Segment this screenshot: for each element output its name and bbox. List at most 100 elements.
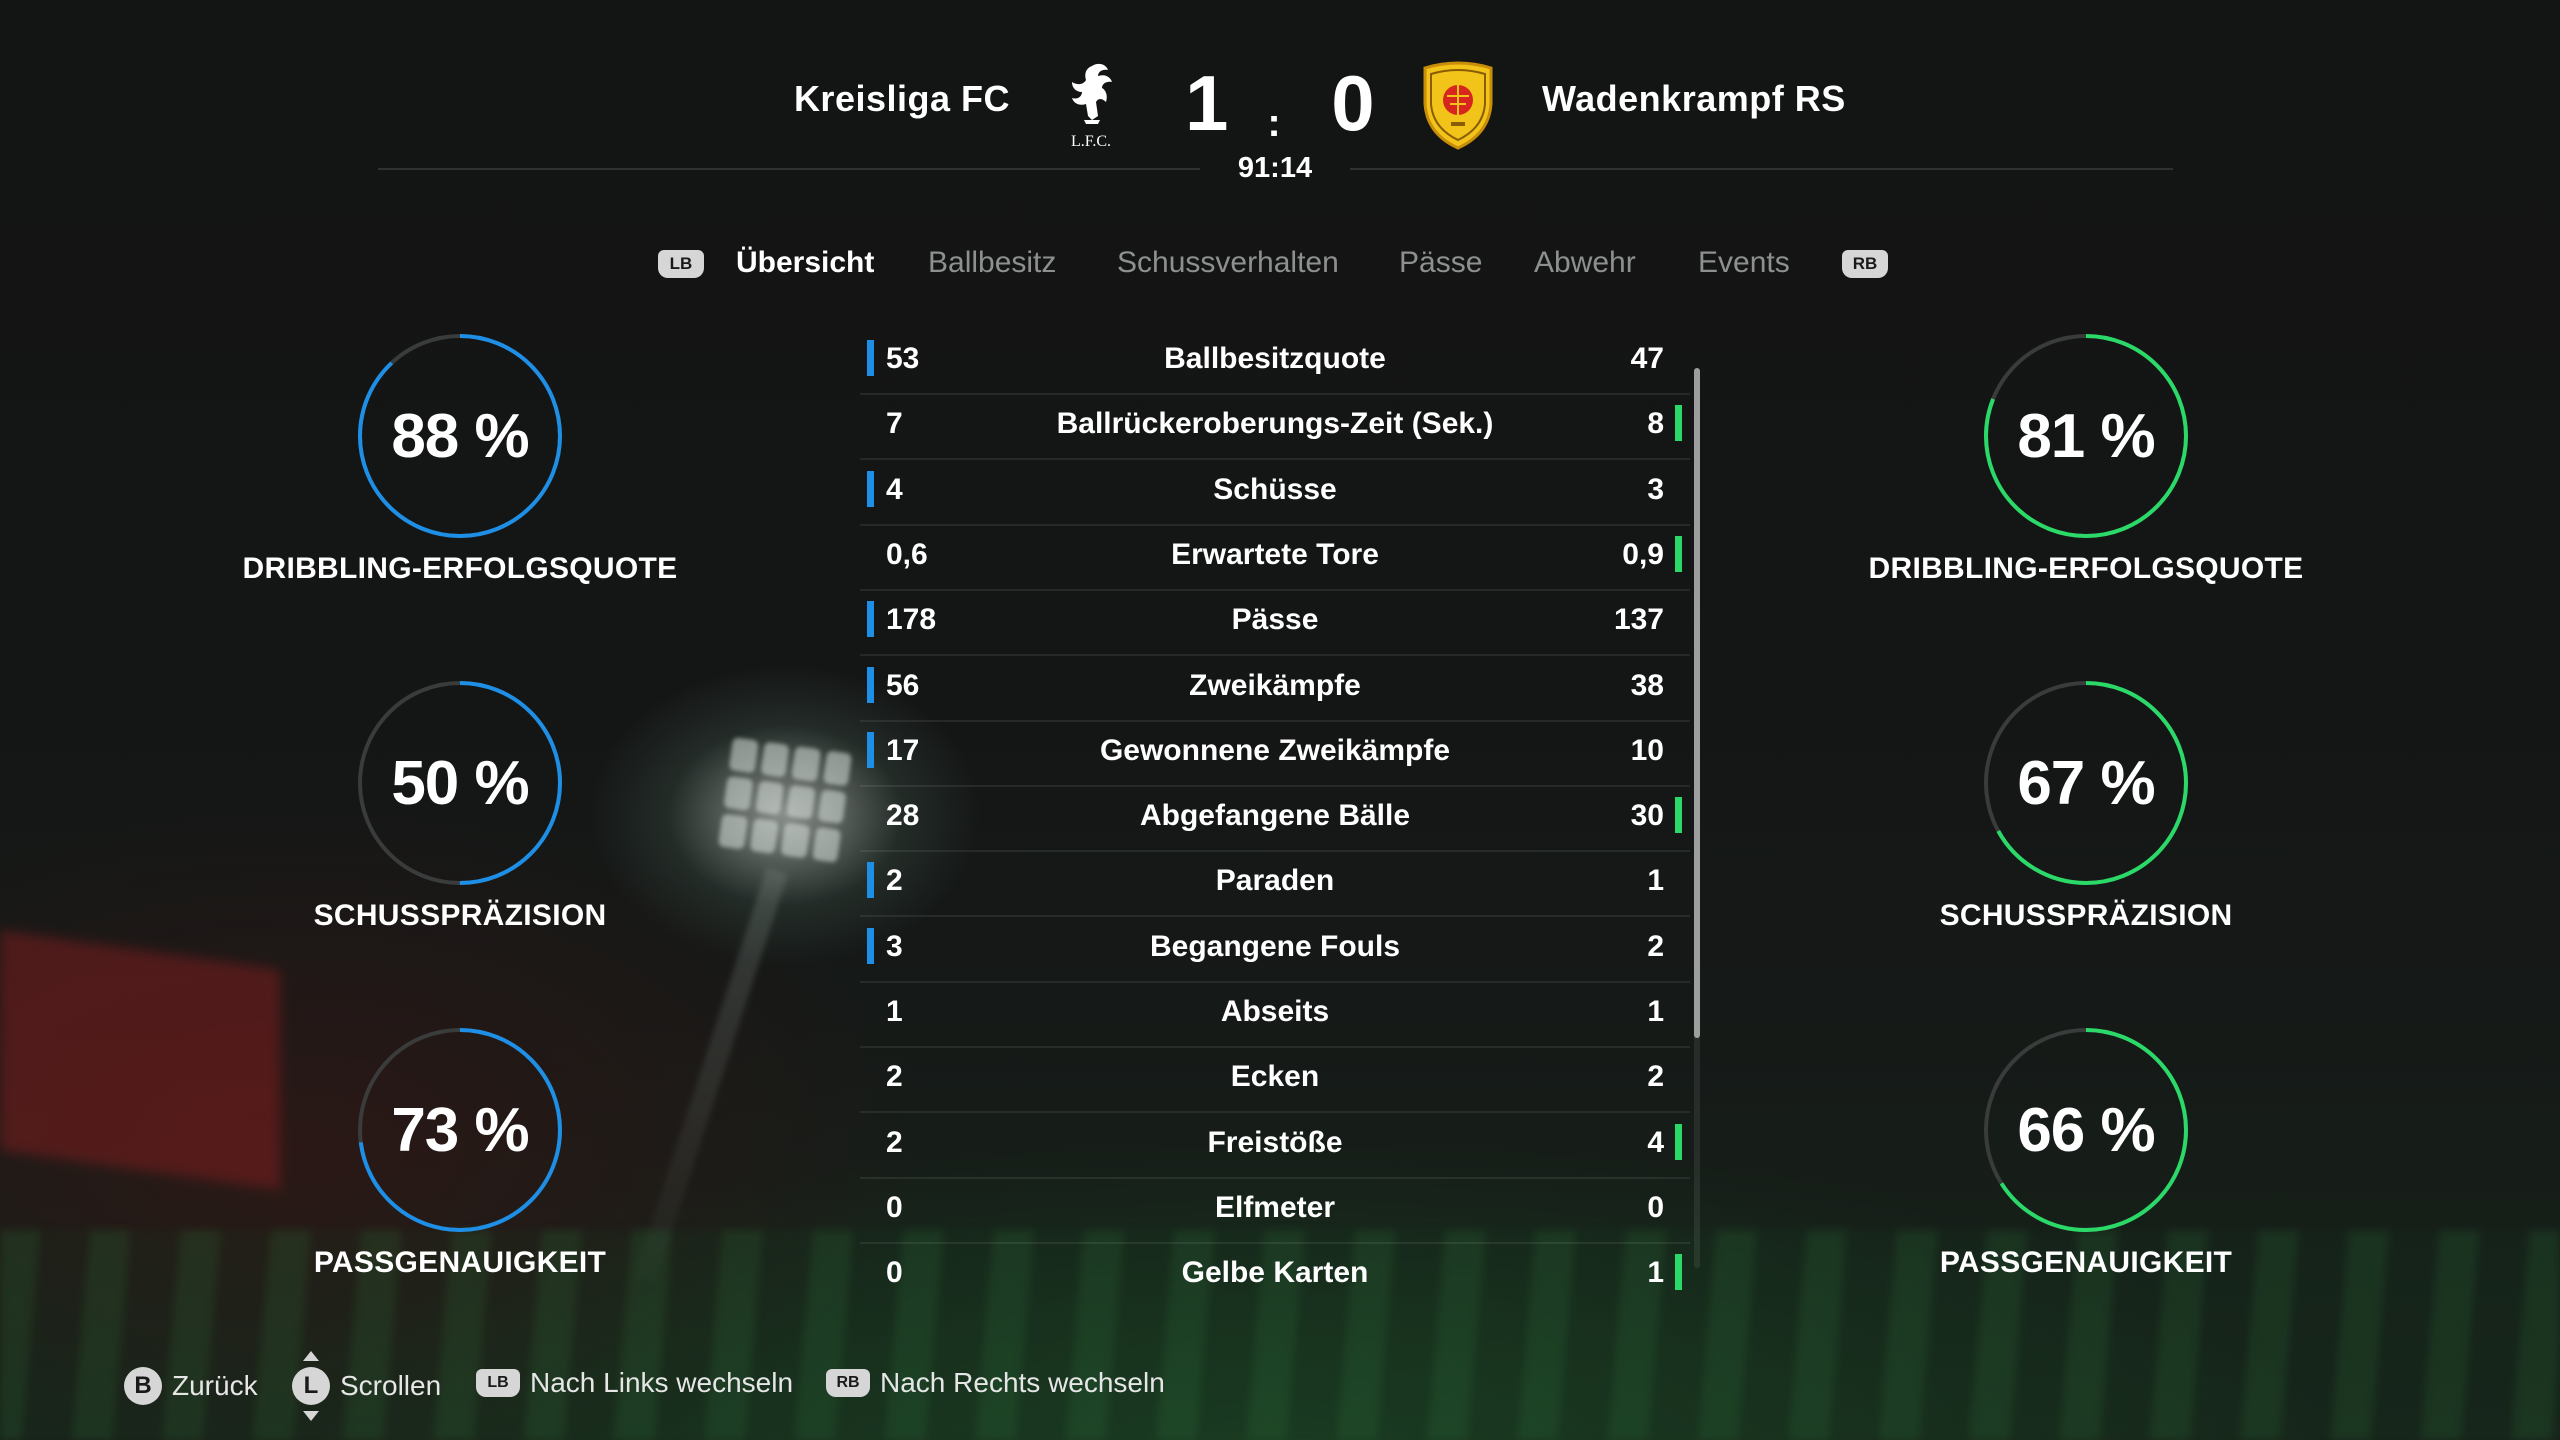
tab-abwehr[interactable]: Abwehr	[1534, 246, 1636, 280]
stat-row: 4 Schüsse 3	[860, 461, 1690, 526]
lb-bumper-icon[interactable]: LB	[658, 250, 704, 278]
hint-switch-left[interactable]: LB Nach Links wechseln	[476, 1367, 793, 1399]
match-clock: 91:14	[1237, 152, 1313, 184]
stats-tab-bar: LB Übersicht Ballbesitz Schussverhalten …	[0, 240, 2560, 290]
rb-bumper-icon[interactable]: RB	[1842, 250, 1888, 278]
stat-label: Freistöße	[1207, 1125, 1343, 1159]
stat-away-value: 30	[1630, 799, 1664, 833]
button-hints-footer: B Zurück L Scrollen LB Nach Links wechse…	[0, 1345, 2560, 1425]
rb-button-icon: RB	[826, 1369, 870, 1397]
away-leader-bar	[1675, 1254, 1682, 1291]
stat-label: Ballbesitzquote	[1164, 342, 1386, 375]
stat-away-value: 1	[1647, 1256, 1664, 1290]
stat-away-value: 0,9	[1622, 537, 1664, 571]
b-button-icon: B	[124, 1367, 162, 1405]
stat-row: 56 Zweikämpfe 38	[860, 657, 1690, 722]
stat-label: Erwartete Tore	[1171, 537, 1379, 571]
background-banner	[0, 930, 280, 1190]
stat-label: Paraden	[1215, 864, 1335, 898]
background-floodlight	[717, 737, 853, 863]
home-ring-dribbling: 88 % DRIBBLING-ERFOLGSQUOTE	[240, 330, 680, 630]
stat-row: 1 Abseits 1	[860, 983, 1690, 1048]
away-leader-bar	[1675, 797, 1682, 834]
yellow-shield-crest-icon	[1423, 61, 1493, 150]
stat-label: Gelbe Karten	[1181, 1256, 1369, 1290]
away-dribbling-value: 81 %	[2017, 401, 2155, 471]
home-crest-text: L.F.C.	[1071, 133, 1111, 150]
header-divider-right	[1350, 168, 2173, 170]
away-pass-accuracy-label: PASSGENAUIGKEIT	[1939, 1246, 2233, 1279]
away-leader-bar	[1675, 1123, 1682, 1160]
home-pass-accuracy-value: 73 %	[391, 1095, 529, 1165]
arrow-down-icon	[303, 1411, 319, 1421]
away-leader-bar	[1675, 405, 1682, 442]
hint-back[interactable]: B Zurück	[124, 1367, 258, 1405]
home-dribbling-value: 88 %	[391, 401, 529, 471]
scoreboard-header: Kreisliga FC L.F.C. 1 : 0 Wadenkrampf RS…	[0, 0, 2560, 190]
arrow-up-icon	[303, 1351, 319, 1361]
header-divider-left	[378, 168, 1200, 170]
stat-away-value: 1	[1647, 995, 1664, 1028]
stat-row: 2 Paraden 1	[860, 852, 1690, 918]
stat-away-value: 137	[1613, 603, 1664, 637]
away-team-name: Wadenkrampf RS	[1542, 78, 1846, 119]
away-shot-accuracy-value: 67 %	[2017, 748, 2155, 818]
stat-row: 2 Ecken 2	[860, 1048, 1690, 1114]
tab-events[interactable]: Events	[1698, 246, 1790, 280]
tab-schussverhalten[interactable]: Schussverhalten	[1117, 246, 1339, 280]
home-shot-accuracy-label: SCHUSSPRÄZISION	[313, 899, 607, 932]
stats-scrollbar[interactable]	[1694, 368, 1700, 1268]
stat-away-value: 47	[1630, 342, 1664, 375]
home-ring-shot-accuracy: 50 % SCHUSSPRÄZISION	[240, 677, 680, 977]
stat-row: 0 Elfmeter 0	[860, 1179, 1690, 1244]
left-stick-icon: L	[292, 1351, 330, 1421]
l-stick-button-icon: L	[292, 1367, 330, 1405]
stat-row: 2 Freistöße 4	[860, 1114, 1690, 1179]
stat-row: 0,6 Erwartete Tore 0,9	[860, 526, 1690, 591]
stat-label: Zweikämpfe	[1189, 668, 1361, 702]
stat-away-value: 1	[1647, 864, 1664, 898]
stat-row: 0 Gelbe Karten 1	[860, 1244, 1690, 1309]
hint-scroll[interactable]: L Scrollen	[292, 1351, 442, 1421]
stat-away-value: 2	[1647, 929, 1664, 963]
stat-label: Pässe	[1231, 603, 1319, 637]
stat-label: Begangene Fouls	[1149, 929, 1401, 963]
stats-scrollbar-thumb[interactable]	[1694, 368, 1700, 1038]
stat-row: 178 Pässe 137	[860, 591, 1690, 657]
away-ring-pass-accuracy: 66 % PASSGENAUIGKEIT	[1866, 1024, 2306, 1324]
away-ring-shot-accuracy: 67 % SCHUSSPRÄZISION	[1866, 677, 2306, 977]
stat-row: 53 Ballbesitzquote 47	[860, 330, 1690, 395]
hint-scroll-label: Scrollen	[340, 1370, 442, 1401]
stat-away-value: 8	[1647, 407, 1664, 441]
tab-paesse[interactable]: Pässe	[1399, 246, 1482, 280]
stats-table[interactable]: 53 Ballbesitzquote 47 7 Ballrückeroberun…	[860, 330, 1690, 1291]
away-dribbling-label: DRIBBLING-ERFOLGSQUOTE	[1868, 552, 2304, 585]
home-shot-accuracy-value: 50 %	[391, 748, 529, 818]
stat-label: Ecken	[1230, 1060, 1320, 1094]
home-pass-accuracy-label: PASSGENAUIGKEIT	[313, 1246, 607, 1279]
tab-uebersicht[interactable]: Übersicht	[736, 246, 874, 280]
stat-away-value: 4	[1647, 1125, 1664, 1159]
stat-row: 3 Begangene Fouls 2	[860, 918, 1690, 983]
home-ring-pass-accuracy: 73 % PASSGENAUIGKEIT	[240, 1024, 680, 1324]
stat-row: 7 Ballrückeroberungs-Zeit (Sek.) 8	[860, 395, 1690, 461]
stat-away-value: 38	[1630, 668, 1664, 702]
away-leader-bar	[1675, 535, 1682, 572]
home-dribbling-label: DRIBBLING-ERFOLGSQUOTE	[242, 552, 678, 585]
stat-label: Gewonnene Zweikämpfe	[1099, 733, 1451, 767]
stat-row: 17 Gewonnene Zweikämpfe 10	[860, 722, 1690, 787]
away-score: 0	[1331, 59, 1375, 147]
home-score: 1	[1185, 59, 1229, 147]
stat-away-value: 2	[1647, 1060, 1664, 1094]
liverbird-crest-icon: L.F.C.	[1071, 63, 1112, 150]
stat-label: Abseits	[1220, 995, 1330, 1028]
tab-ballbesitz[interactable]: Ballbesitz	[928, 246, 1056, 280]
stat-label: Schüsse	[1213, 472, 1337, 506]
stat-label: Abgefangene Bälle	[1139, 799, 1411, 833]
home-team-name: Kreisliga FC	[793, 78, 1010, 119]
stat-away-value: 10	[1630, 733, 1664, 767]
lb-button-icon: LB	[476, 1369, 520, 1397]
stat-label: Ballrückeroberungs-Zeit (Sek.)	[1056, 407, 1494, 441]
hint-switch-right[interactable]: RB Nach Rechts wechseln	[826, 1367, 1165, 1399]
hint-switch-left-label: Nach Links wechseln	[530, 1367, 794, 1398]
